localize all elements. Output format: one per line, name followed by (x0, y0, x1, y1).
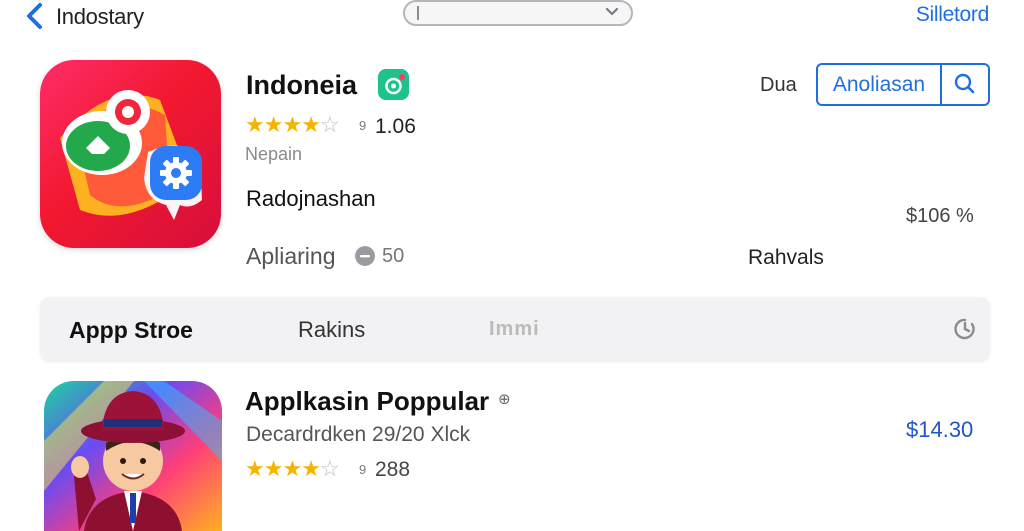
featured-info-value: 50 (382, 245, 405, 267)
featured-app-title[interactable]: Indoneia (246, 70, 357, 101)
select-link[interactable]: Silletord (916, 3, 989, 27)
rating-separator: 9 (359, 462, 367, 477)
star-empty-icon: ☆ (319, 456, 340, 481)
star-icon: ★ (282, 456, 302, 481)
side-label: Dua (760, 74, 797, 96)
featured-price: $106 % (906, 205, 974, 227)
star-icon: ★ (263, 456, 284, 481)
star-half-icon: ★ (301, 112, 321, 137)
camera-icon (378, 69, 409, 100)
app-logo-art-icon (60, 90, 202, 220)
get-app-button[interactable]: Anoliasan (816, 63, 942, 106)
tab-app-store[interactable]: Appp Stroe (69, 317, 193, 344)
popular-app-icon[interactable] (44, 381, 222, 531)
popular-rating-value: 288 (375, 458, 411, 481)
tab-bar: Appp Stroe Rakins Immi (40, 297, 990, 361)
text-caret (417, 6, 419, 20)
star-icon: ★ (245, 112, 265, 137)
tab-rankings[interactable]: Rakins (298, 317, 365, 343)
star-half-icon: ★ (301, 456, 321, 481)
info-icon (355, 246, 375, 266)
popular-app-badge-icon: ⊕ (498, 391, 511, 408)
popular-app-subtitle: Decardrdken 29/20 Xlck (246, 423, 471, 446)
refresh-icon[interactable] (952, 316, 978, 342)
star-icon: ★ (282, 112, 302, 137)
popular-app-title[interactable]: Applkasin Poppular (245, 386, 489, 417)
featured-info-label: Apliaring (246, 243, 336, 269)
featured-rating-stars: ★★★★☆ (245, 112, 340, 137)
search-icon (954, 73, 975, 94)
star-icon: ★ (245, 456, 265, 481)
featured-app-icon[interactable] (40, 60, 221, 248)
popular-rating-stars: ★★★★☆ (245, 456, 340, 481)
back-chevron-icon[interactable] (22, 2, 48, 30)
featured-rating-value: 1.06 (375, 115, 416, 138)
rating-separator: 9 (359, 118, 367, 133)
back-label[interactable]: Indostary (56, 4, 144, 30)
popular-app-price[interactable]: $14.30 (906, 417, 973, 443)
search-input[interactable] (403, 0, 633, 26)
star-icon: ★ (263, 112, 284, 137)
reviews-link[interactable]: Rahvals (748, 246, 824, 270)
star-empty-icon: ☆ (319, 112, 340, 137)
character-avatar-icon (44, 381, 222, 531)
search-button[interactable] (940, 63, 990, 106)
tab-third[interactable]: Immi (489, 318, 540, 341)
featured-description: Radojnashan (246, 186, 376, 211)
chevron-down-icon[interactable] (605, 7, 619, 17)
featured-subtitle: Nepain (245, 144, 303, 164)
